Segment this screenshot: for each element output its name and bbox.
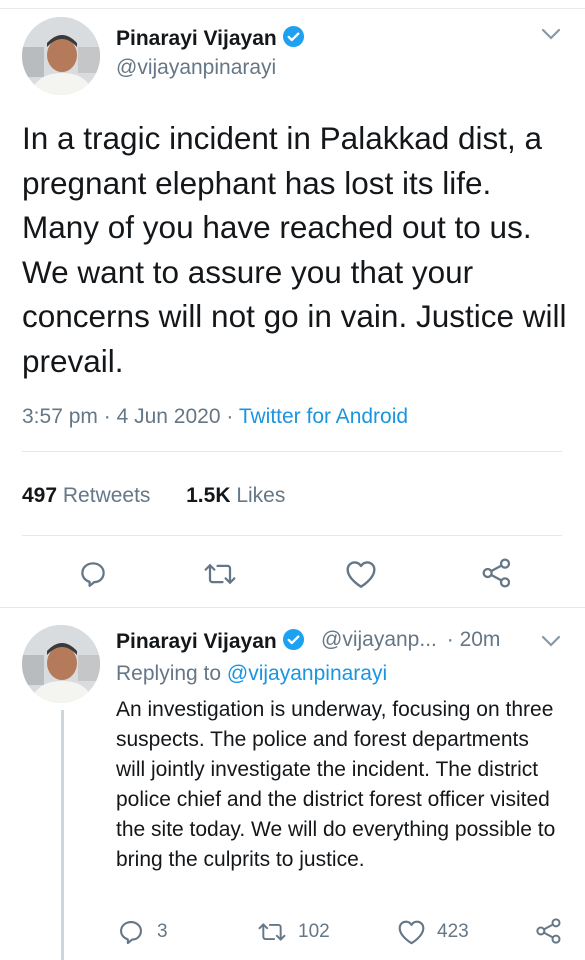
retweet-icon[interactable] [203, 559, 237, 589]
reply-count: 3 [157, 921, 168, 942]
meta-separator: · [226, 405, 234, 428]
likes-count: 1.5K [186, 484, 231, 507]
meta-separator: · [103, 405, 111, 428]
retweets-stat[interactable]: 497 Retweets [22, 484, 150, 507]
replying-to: Replying to @vijayanpinarayi [116, 662, 387, 686]
meta-divider [22, 451, 562, 452]
replying-to-handle[interactable]: @vijayanpinarayi [227, 662, 387, 685]
reply-avatar[interactable] [22, 625, 100, 703]
like-count: 423 [437, 921, 469, 942]
share-icon[interactable] [481, 557, 513, 589]
like-icon[interactable] [397, 919, 426, 945]
author-handle[interactable]: @vijayanpinarayi [116, 56, 276, 80]
tweet-separator [0, 607, 585, 608]
retweets-count: 497 [22, 484, 58, 507]
tweet-date[interactable]: 4 Jun 2020 [117, 405, 221, 428]
tweet-time[interactable]: 3:57 pm [22, 405, 98, 428]
reply-time[interactable]: 20m [460, 628, 501, 651]
author-name[interactable]: Pinarayi Vijayan [116, 25, 305, 54]
avatar-photo [22, 17, 100, 95]
likes-label: Likes [236, 484, 286, 507]
reply-text: An investigation is underway, focusing o… [116, 698, 556, 871]
time-separator: · [446, 628, 454, 651]
verified-icon [282, 628, 305, 657]
reply-icon[interactable] [78, 559, 108, 589]
avatar-photo [22, 625, 100, 703]
reply-author-name[interactable]: Pinarayi Vijayan [116, 628, 305, 657]
replying-prefix: Replying to [116, 662, 222, 685]
reply-author-name-text: Pinarayi Vijayan [116, 630, 277, 653]
top-divider [0, 8, 585, 9]
reply-author-handle: @vijayanp... · 20m [321, 628, 500, 652]
avatar[interactable] [22, 17, 100, 95]
author-name-text: Pinarayi Vijayan [116, 27, 277, 50]
retweet-icon[interactable] [256, 919, 288, 945]
reply-icon[interactable] [117, 918, 145, 946]
stats-divider [22, 535, 562, 536]
tweet-meta: 3:57 pm · 4 Jun 2020 · Twitter for Andro… [22, 405, 408, 429]
thread-line [61, 710, 64, 960]
chevron-down-icon[interactable] [541, 27, 561, 41]
retweet-count: 102 [298, 921, 330, 942]
likes-stat[interactable]: 1.5K Likes [186, 484, 285, 507]
verified-icon [282, 25, 305, 54]
chevron-down-icon[interactable] [541, 634, 561, 648]
reply-handle-text[interactable]: @vijayanp... [321, 628, 437, 651]
retweets-label: Retweets [62, 484, 151, 507]
like-icon[interactable] [345, 559, 377, 589]
tweet-stats: 497 Retweets 1.5K Likes [22, 484, 285, 508]
tweet-text: In a tragic incident in Palakkad dist, a… [22, 120, 567, 379]
tweet-source-link[interactable]: Twitter for Android [239, 405, 408, 428]
share-icon[interactable] [535, 917, 563, 945]
